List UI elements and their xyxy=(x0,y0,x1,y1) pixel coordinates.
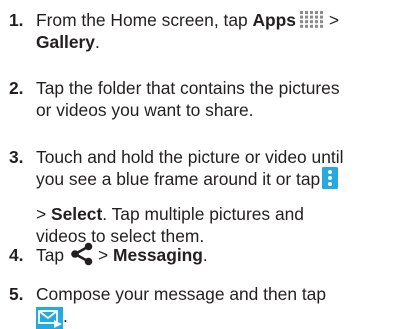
step-line: Gallery. xyxy=(36,32,100,52)
apps-grid-dot xyxy=(314,20,318,24)
select-label: Select xyxy=(51,204,103,225)
apps-grid-dot xyxy=(314,24,318,28)
step-body: Tap > Messaging. xyxy=(36,243,392,268)
apps-grid-dot xyxy=(299,24,303,28)
apps-grid-dot xyxy=(319,20,323,24)
step-number: 1. xyxy=(9,10,24,30)
apps-grid-dot xyxy=(299,20,303,24)
share-icon xyxy=(71,243,93,266)
step-line: . xyxy=(36,305,392,329)
step-line: Touch and hold the picture or video unti… xyxy=(36,147,344,167)
step-line: From the Home screen, tap Apps > xyxy=(36,10,339,30)
apps-grid-icon xyxy=(299,10,323,28)
step-line: you see a blue frame around it or tap xyxy=(36,167,392,191)
step-line: or videos you want to share. xyxy=(36,100,254,120)
step-number: 3. xyxy=(9,147,24,167)
step-line: Tap > Messaging. xyxy=(36,243,392,268)
step-line: > Select. Tap multiple pictures and xyxy=(36,204,304,225)
apps-grid-dot xyxy=(304,10,308,14)
messaging-label: Messaging xyxy=(113,245,203,265)
step-number: 5. xyxy=(9,284,24,304)
apps-grid-dot xyxy=(309,24,313,28)
step-body: Compose your message and then tap . xyxy=(36,283,392,329)
apps-grid-dot xyxy=(309,20,313,24)
more-options-icon xyxy=(322,167,339,190)
send-message-icon xyxy=(36,307,63,329)
apps-grid-dot xyxy=(304,15,308,19)
step-line: Compose your message and then tap xyxy=(36,284,327,304)
step-body: From the Home screen, tap Apps > Gallery… xyxy=(36,9,392,53)
apps-grid-dot xyxy=(319,10,323,14)
step-body: Touch and hold the picture or video unti… xyxy=(36,146,392,247)
apps-grid-dot xyxy=(299,10,303,14)
apps-grid-dot xyxy=(319,24,323,28)
apps-grid-dot xyxy=(304,20,308,24)
step-line: Tap the folder that contains the picture… xyxy=(36,78,340,98)
apps-grid-dot xyxy=(309,15,313,19)
apps-grid-dot xyxy=(314,10,318,14)
step-body: Tap the folder that contains the picture… xyxy=(36,77,392,121)
step-number: 2. xyxy=(9,78,24,98)
apps-label: Apps xyxy=(252,10,296,30)
apps-grid-dot xyxy=(309,10,313,14)
step-number: 4. xyxy=(9,245,24,265)
apps-grid-dot xyxy=(304,24,308,28)
apps-grid-dot xyxy=(299,15,303,19)
apps-grid-dot xyxy=(314,15,318,19)
gallery-label: Gallery xyxy=(36,32,95,52)
apps-grid-dot xyxy=(319,15,323,19)
